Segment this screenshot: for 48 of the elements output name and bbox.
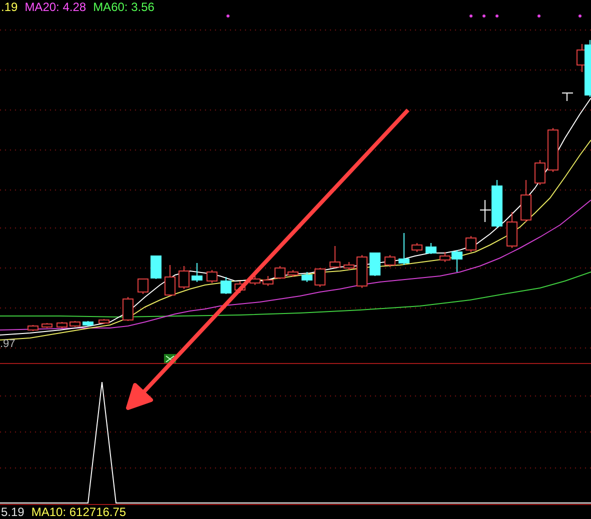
candlestick [548, 128, 558, 172]
price-label: .97 [0, 338, 16, 350]
candlestick [28, 324, 38, 332]
candlestick [56, 322, 68, 328]
candlestick [178, 266, 190, 290]
candlestick [520, 180, 532, 222]
candlestick [274, 266, 286, 280]
candlestick [206, 270, 218, 284]
indicator-legend: 5.19 [1, 505, 24, 519]
candlestick [164, 264, 176, 296]
indicator-legend: .19 [1, 0, 18, 14]
candlestick [288, 270, 298, 278]
candlestick [534, 160, 546, 186]
candlestick [314, 268, 326, 288]
signal-dot [578, 14, 582, 18]
candlestick [356, 254, 368, 288]
candlestick [344, 262, 354, 270]
candlestick [384, 254, 396, 268]
doji-candlestick [480, 200, 492, 222]
candlestick [250, 274, 260, 286]
candlestick [426, 242, 436, 254]
candlestick [398, 232, 410, 266]
candlestick [150, 256, 162, 280]
candlestick [122, 296, 134, 322]
candlestick [220, 276, 232, 294]
candlestick [262, 276, 274, 286]
indicator-legend: MA10: 612716.75 [31, 505, 126, 519]
candlestick [98, 318, 110, 324]
candlestick [138, 278, 148, 294]
candlestick [192, 262, 202, 282]
candlestick [506, 212, 518, 248]
candlestick [42, 322, 52, 328]
candlestick [466, 236, 476, 252]
candlestick [330, 246, 340, 268]
candlestick [412, 242, 422, 252]
signal-dot [482, 14, 486, 18]
indicator-legend: MA20: 4.28 [24, 0, 86, 14]
doji-candlestick [562, 92, 574, 102]
candlestick [70, 320, 80, 328]
indicator-legend: MA60: 3.56 [93, 0, 154, 14]
signal-dot [538, 14, 540, 18]
candlestick [370, 252, 380, 276]
candlestick [82, 320, 94, 326]
candlestick [302, 272, 312, 282]
signal-dot [226, 14, 230, 18]
signal-dot [496, 14, 498, 18]
candlestick [492, 180, 502, 228]
signal-dot [470, 14, 472, 18]
